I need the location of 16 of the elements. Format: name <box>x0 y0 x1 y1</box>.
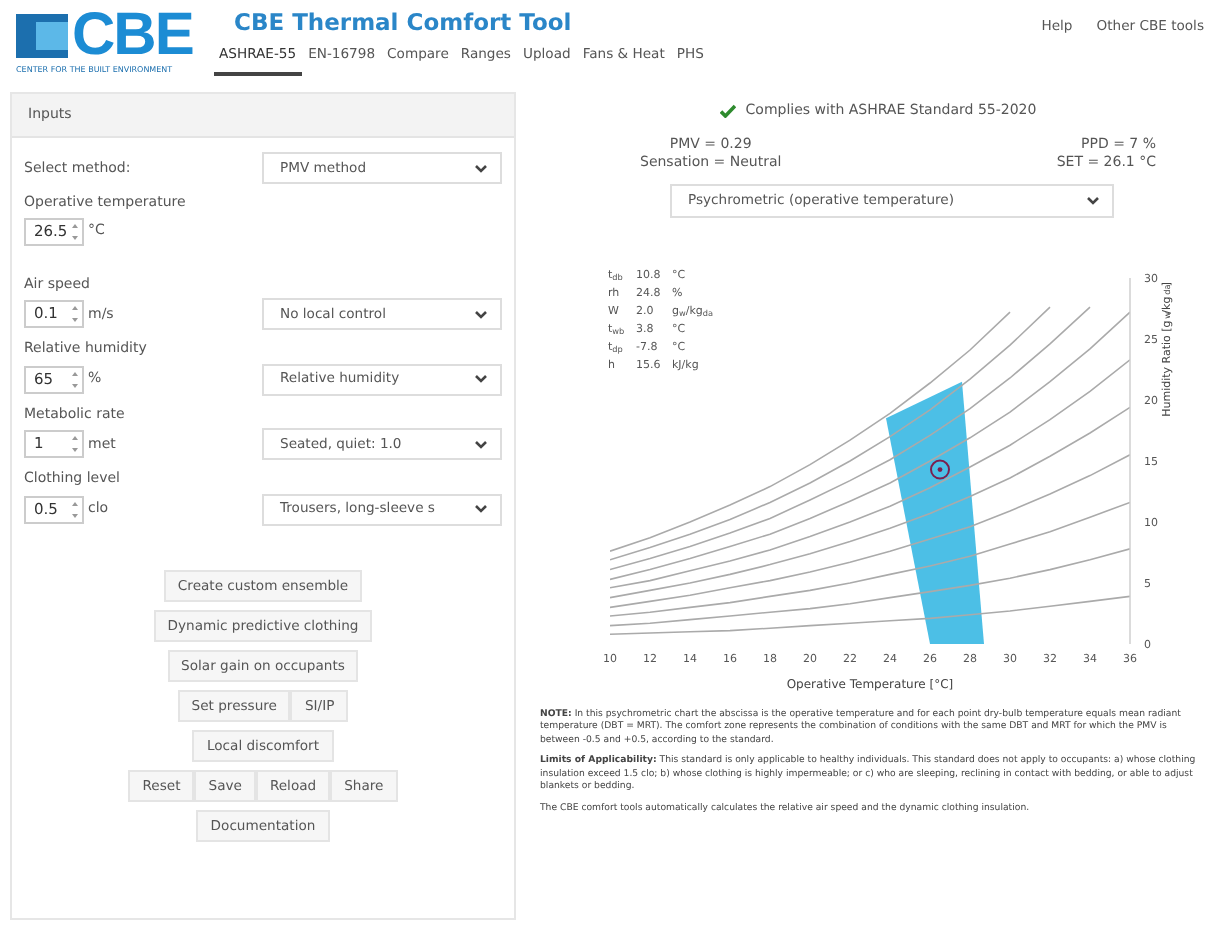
spinner-icon[interactable] <box>68 432 82 456</box>
chevron-down-icon <box>1086 195 1100 205</box>
chevron-down-icon <box>474 504 488 514</box>
chevron-down-icon <box>474 374 488 384</box>
chevron-down-icon <box>474 309 488 319</box>
spinner-icon[interactable] <box>68 219 82 243</box>
chevron-down-icon <box>474 439 488 449</box>
logo-text: CBE <box>72 8 193 64</box>
spinner-icon[interactable] <box>68 497 82 521</box>
app-title: CBE Thermal Comfort Tool <box>234 8 574 36</box>
check-icon <box>719 103 736 118</box>
state-marker <box>930 458 950 479</box>
spinner-icon[interactable] <box>68 302 82 326</box>
logo-icon <box>16 14 68 58</box>
chevron-down-icon <box>474 163 488 173</box>
spinner-icon[interactable] <box>68 367 82 391</box>
